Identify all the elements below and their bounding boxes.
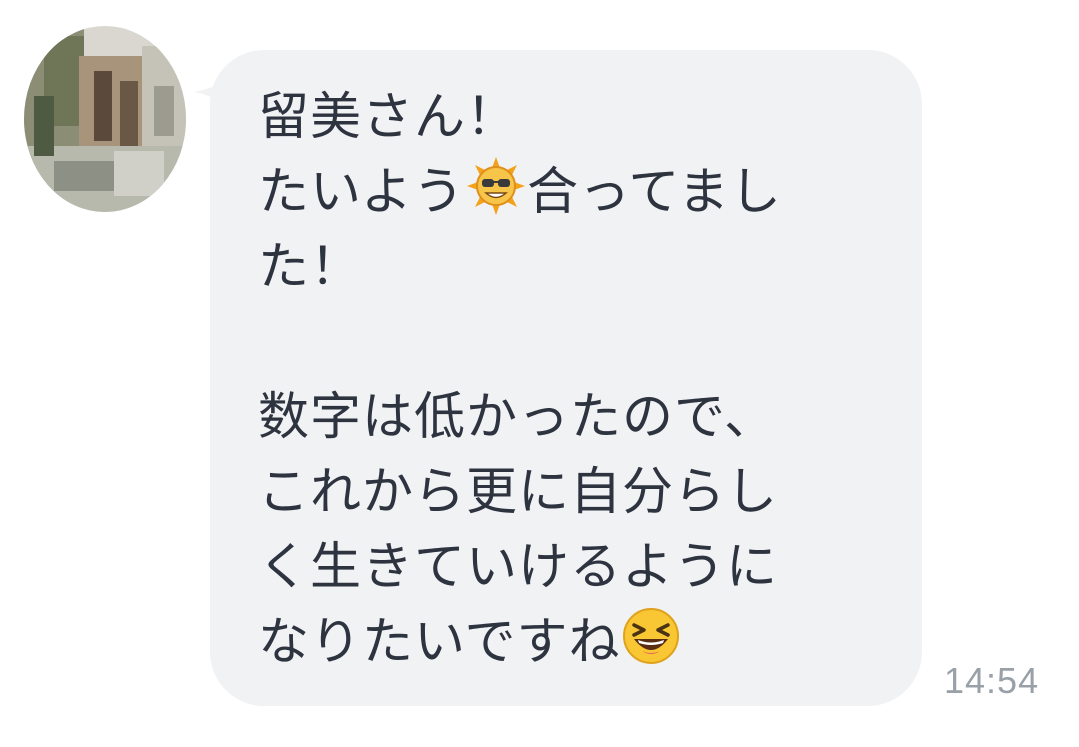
chat-screen: 留美さん！ たいよう 合ってまし た！ 数字は低かったので、 これから更に自分ら…	[0, 0, 1079, 747]
sun-with-sunglasses-icon	[466, 157, 525, 236]
laughing-face-icon	[622, 607, 680, 686]
message-fragment: なりたいですね	[258, 613, 621, 672]
message-line: これから更に自分らし	[258, 463, 779, 522]
message-line: た！	[258, 238, 363, 297]
message-fragment: 合ってまし	[526, 163, 782, 222]
avatar[interactable]	[24, 26, 186, 212]
message-line: 留美さん！	[258, 88, 519, 147]
message-timestamp: 14:54	[944, 660, 1040, 701]
message-line: く生きていけるように	[258, 538, 779, 597]
message-text: 留美さん！ たいよう 合ってまし た！ 数字は低かったので、 これから更に自分ら…	[258, 80, 878, 680]
message-line: たいよう 合ってまし	[258, 155, 878, 230]
message-line: 数字は低かったので、	[258, 388, 776, 447]
message-fragment: たいよう	[258, 163, 465, 222]
message-line: なりたいですね	[258, 605, 878, 680]
